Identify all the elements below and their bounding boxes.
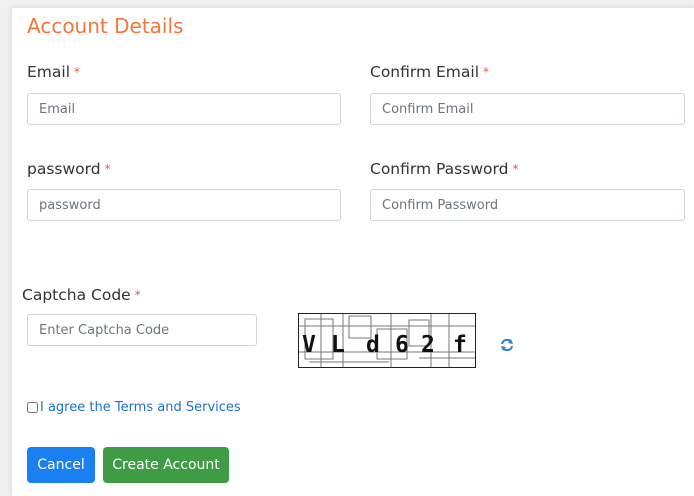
- password-label: password: [27, 160, 101, 178]
- refresh-icon[interactable]: [499, 337, 515, 353]
- captcha-input[interactable]: [27, 314, 257, 346]
- email-field[interactable]: [27, 93, 341, 125]
- page-title: Account Details: [27, 14, 184, 38]
- captcha-image: V L d 6 2 f: [298, 313, 476, 368]
- terms-link[interactable]: I agree the Terms and Services: [40, 400, 241, 415]
- captcha-char: L: [331, 332, 345, 358]
- confirm-email-field[interactable]: [370, 93, 685, 125]
- password-field[interactable]: [27, 189, 341, 221]
- confirm-password-label: Confirm Password: [370, 160, 509, 178]
- captcha-char: f: [453, 332, 467, 358]
- confirm-email-label: Confirm Email: [370, 63, 480, 81]
- email-label: Email: [27, 63, 71, 81]
- captcha-char: 2: [421, 332, 435, 358]
- confirm-password-label-row: Confirm Password *: [370, 160, 518, 178]
- required-marker: *: [134, 288, 141, 302]
- cancel-button[interactable]: Cancel: [27, 447, 95, 483]
- required-marker: *: [483, 65, 490, 79]
- password-label-row: password *: [27, 160, 111, 178]
- required-marker: *: [512, 162, 519, 176]
- captcha-char: d: [366, 332, 380, 358]
- required-marker: *: [104, 162, 111, 176]
- captcha-label-row: Captcha Code *: [22, 286, 141, 304]
- captcha-svg: V L d 6 2 f: [299, 314, 475, 367]
- email-label-row: Email *: [27, 63, 80, 81]
- required-marker: *: [74, 65, 81, 79]
- account-details-card: [12, 8, 694, 496]
- confirm-email-label-row: Confirm Email *: [370, 63, 489, 81]
- captcha-char: 6: [395, 332, 409, 358]
- captcha-char: V: [302, 332, 316, 358]
- terms-checkbox[interactable]: [27, 402, 38, 413]
- terms-row[interactable]: I agree the Terms and Services: [27, 400, 241, 415]
- captcha-label: Captcha Code: [22, 286, 131, 304]
- confirm-password-field[interactable]: [370, 189, 685, 221]
- create-account-button[interactable]: Create Account: [103, 447, 229, 483]
